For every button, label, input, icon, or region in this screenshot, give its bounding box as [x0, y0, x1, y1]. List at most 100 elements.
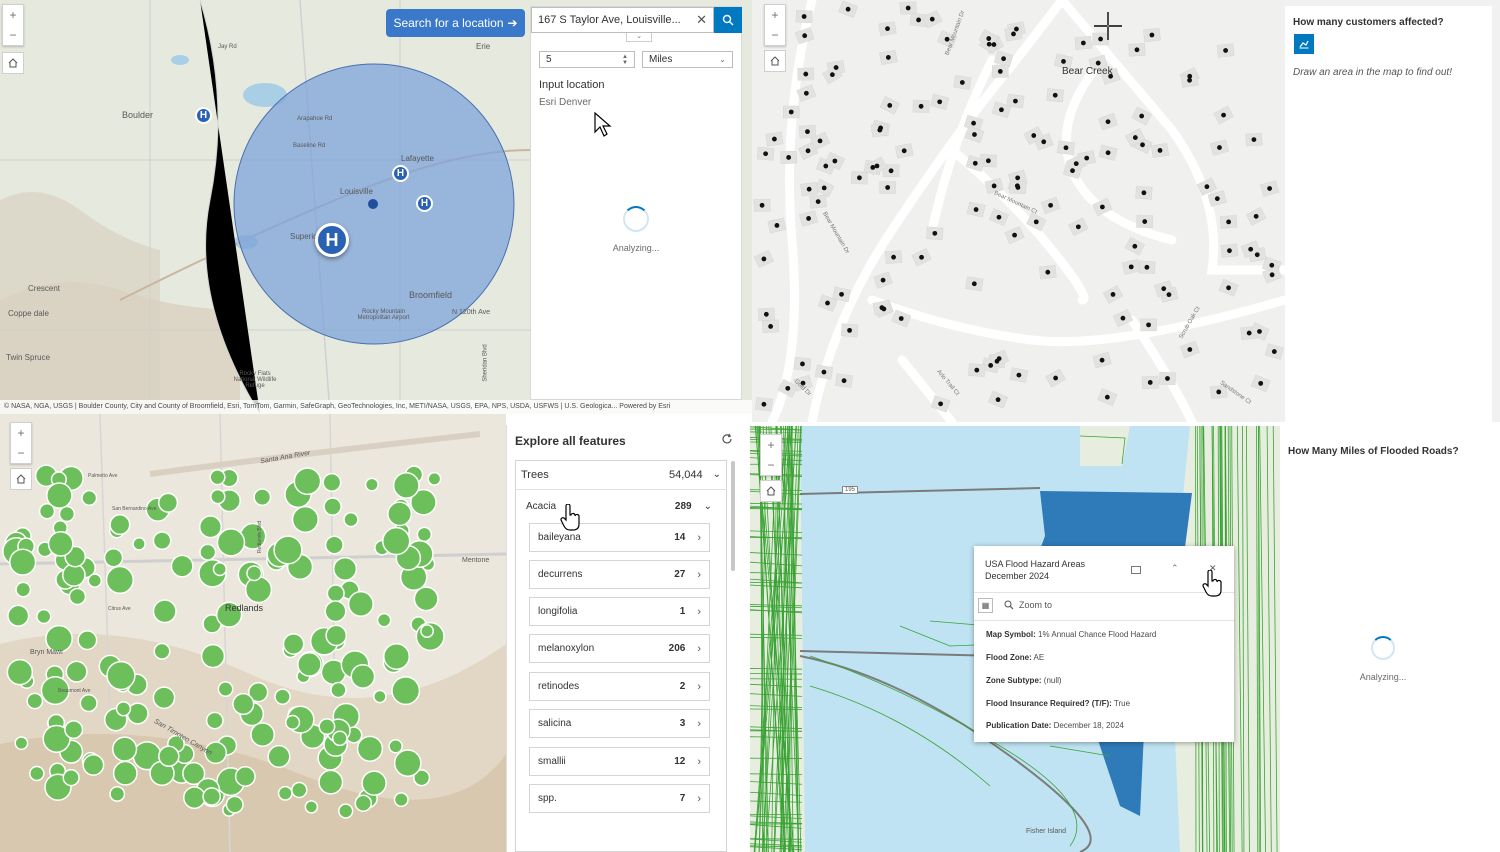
customer-point[interactable] — [1031, 133, 1037, 138]
tree-cluster[interactable] — [26, 692, 44, 710]
customer-point[interactable] — [1166, 292, 1172, 298]
tree-cluster[interactable] — [225, 795, 244, 814]
tree-cluster[interactable] — [318, 769, 344, 795]
customer-point[interactable] — [938, 401, 944, 407]
tree-cluster[interactable] — [332, 556, 358, 581]
tree-cluster[interactable] — [64, 720, 84, 740]
home-button[interactable] — [10, 468, 32, 490]
tree-cluster[interactable] — [106, 660, 136, 691]
customer-point[interactable] — [880, 277, 886, 283]
customer-point[interactable] — [800, 361, 805, 367]
hospital-marker[interactable]: H — [392, 165, 409, 182]
customer-point[interactable] — [1016, 372, 1022, 378]
customer-point[interactable] — [1271, 349, 1277, 354]
customer-point[interactable] — [785, 385, 791, 391]
tree-cluster[interactable] — [416, 526, 433, 543]
customer-point[interactable] — [1073, 161, 1079, 167]
tree-cluster[interactable] — [232, 692, 255, 716]
customer-point[interactable] — [870, 164, 876, 170]
tree-cluster[interactable] — [109, 786, 126, 802]
tree-cluster[interactable] — [376, 612, 392, 628]
customer-point[interactable] — [1104, 394, 1110, 400]
species-row[interactable]: retinodes 2 › — [529, 672, 710, 701]
tree-cluster[interactable] — [326, 584, 345, 603]
tree-cluster[interactable] — [267, 744, 291, 769]
customer-point[interactable] — [1063, 145, 1069, 151]
tree-cluster[interactable] — [216, 528, 246, 557]
tree-cluster[interactable] — [338, 803, 354, 819]
customer-point[interactable] — [1099, 357, 1105, 363]
customer-point[interactable] — [891, 254, 896, 260]
customer-point[interactable] — [1267, 186, 1272, 191]
distance-input[interactable]: 5 ▲ ▼ — [539, 51, 635, 68]
customer-point[interactable] — [801, 14, 807, 19]
customer-point[interactable] — [786, 155, 792, 160]
customer-point[interactable] — [806, 216, 811, 221]
tree-cluster[interactable] — [45, 624, 73, 653]
hospital-marker[interactable]: H — [195, 107, 212, 124]
customer-point[interactable] — [1120, 315, 1126, 321]
tree-cluster[interactable] — [210, 488, 226, 505]
tree-cluster[interactable] — [392, 472, 420, 499]
tree-cluster[interactable] — [356, 735, 384, 762]
customer-point[interactable] — [1033, 219, 1039, 225]
customer-point[interactable] — [1248, 246, 1254, 252]
customer-point[interactable] — [905, 5, 911, 11]
tree-cluster[interactable] — [364, 477, 379, 492]
customer-point[interactable] — [929, 16, 935, 22]
tree-cluster[interactable] — [354, 794, 373, 812]
tree-cluster[interactable] — [234, 765, 256, 787]
tree-cluster[interactable] — [182, 786, 206, 810]
customer-point[interactable] — [1141, 190, 1147, 196]
tree-cluster[interactable] — [393, 792, 409, 808]
customer-point[interactable] — [1227, 248, 1232, 254]
tree-cluster[interactable] — [212, 561, 227, 577]
customer-point[interactable] — [805, 148, 811, 154]
tree-cluster[interactable] — [152, 531, 172, 551]
customer-point[interactable] — [985, 158, 991, 164]
customer-point[interactable] — [1015, 185, 1021, 190]
zoom-out-button[interactable]: − — [765, 25, 785, 45]
customer-point[interactable] — [1258, 380, 1264, 386]
customer-point[interactable] — [839, 291, 844, 297]
customer-point[interactable] — [763, 151, 769, 157]
customer-point[interactable] — [1080, 40, 1086, 46]
zoom-out-button[interactable]: − — [3, 25, 23, 45]
customer-point[interactable] — [1095, 60, 1101, 66]
customer-point[interactable] — [829, 72, 835, 78]
customer-point[interactable] — [885, 55, 891, 60]
customer-point[interactable] — [1187, 347, 1193, 352]
tree-cluster[interactable] — [111, 736, 138, 762]
tree-cluster[interactable] — [383, 642, 411, 670]
tree-cluster[interactable] — [170, 554, 194, 578]
tree-cluster[interactable] — [297, 652, 322, 677]
customer-point[interactable] — [1041, 139, 1047, 145]
customer-point[interactable] — [1254, 252, 1260, 258]
tree-cluster[interactable] — [293, 467, 322, 496]
customer-point[interactable] — [986, 36, 992, 41]
customer-point[interactable] — [1132, 243, 1138, 249]
tree-cluster[interactable] — [79, 694, 98, 713]
customer-point[interactable] — [803, 71, 809, 77]
tree-cluster[interactable] — [250, 722, 276, 747]
customer-point[interactable] — [821, 369, 827, 375]
tree-cluster[interactable] — [112, 760, 138, 786]
tree-cluster[interactable] — [325, 624, 348, 647]
home-button[interactable] — [764, 50, 786, 72]
tree-cluster[interactable] — [58, 505, 76, 523]
tree-cluster[interactable] — [391, 676, 421, 706]
tree-cluster[interactable] — [6, 658, 34, 686]
customer-point[interactable] — [996, 214, 1002, 220]
customer-point[interactable] — [774, 223, 780, 228]
tree-cluster[interactable] — [199, 543, 217, 561]
dock-icon[interactable] — [1131, 566, 1141, 574]
species-row[interactable]: smallii 12 › — [529, 747, 710, 776]
customer-point[interactable] — [761, 401, 767, 407]
customer-point[interactable] — [1214, 196, 1220, 202]
tree-cluster[interactable] — [291, 781, 308, 799]
customer-point[interactable] — [997, 69, 1003, 74]
customer-point[interactable] — [1246, 330, 1252, 336]
customer-point[interactable] — [874, 163, 880, 169]
customer-point[interactable] — [986, 41, 992, 47]
customer-point[interactable] — [1052, 92, 1058, 98]
